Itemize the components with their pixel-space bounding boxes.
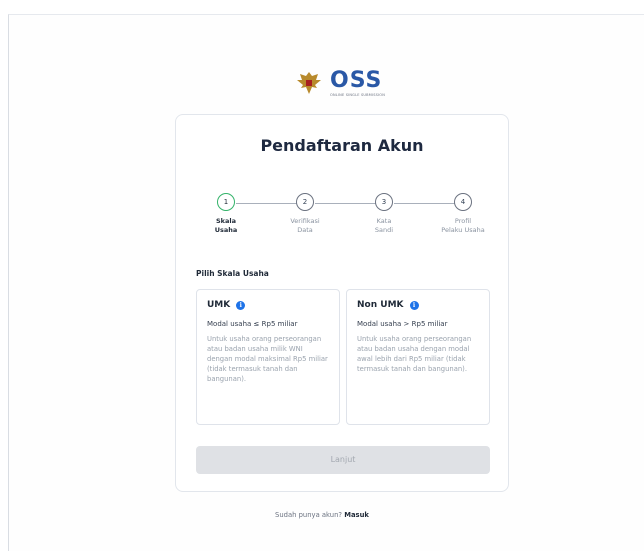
step-label: Kata Sandi	[374, 217, 394, 234]
masuk-link[interactable]: Masuk	[344, 511, 369, 519]
step-number: 4	[454, 193, 472, 211]
info-icon[interactable]: i	[236, 300, 246, 310]
step-profil-pelaku-usaha: 4 Profil Pelaku Usaha	[428, 193, 498, 234]
option-subtitle: Modal usaha > Rp5 miliar	[357, 320, 448, 328]
step-number: 1	[217, 193, 235, 211]
option-description: Untuk usaha orang perseorangan atau bada…	[207, 335, 328, 383]
login-prompt: Sudah punya akun? Masuk	[0, 511, 644, 519]
section-label: Pilih Skala Usaha	[196, 269, 269, 278]
info-icon[interactable]: i	[409, 300, 419, 310]
option-title-row: Non UMK i	[357, 300, 479, 310]
lanjut-button[interactable]: Lanjut	[196, 446, 490, 474]
option-title: Non UMK	[357, 300, 404, 310]
step-skala-usaha: 1 Skala Usaha	[191, 193, 261, 234]
step-label: Profil Pelaku Usaha	[441, 217, 485, 234]
oss-logo: OSS ONLINE SINGLE SUBMISSION	[294, 66, 385, 100]
step-kata-sandi: 3 Kata Sandi	[349, 193, 419, 234]
stepper: 1 Skala Usaha 2 Verifikasi Data 3 Kata S…	[176, 193, 508, 253]
oss-brand-text: OSS	[330, 67, 383, 93]
registration-card: Pendaftaran Akun 1 Skala Usaha 2 Verifik…	[175, 114, 509, 492]
step-label: Skala Usaha	[214, 217, 238, 234]
option-umk-card[interactable]: UMK i Modal usaha ≤ Rp5 miliar Untuk usa…	[196, 289, 340, 425]
option-title-row: UMK i	[207, 300, 329, 310]
page-title: Pendaftaran Akun	[260, 136, 424, 155]
garuda-emblem-icon	[297, 72, 321, 94]
step-number: 2	[296, 193, 314, 211]
option-subtitle: Modal usaha ≤ Rp5 miliar	[207, 320, 298, 328]
option-title: UMK	[207, 300, 231, 310]
option-non-umk-card[interactable]: Non UMK i Modal usaha > Rp5 miliar Untuk…	[346, 289, 490, 425]
step-number: 3	[375, 193, 393, 211]
step-verifikasi-data: 2 Verifikasi Data	[270, 193, 340, 234]
login-prompt-text: Sudah punya akun?	[275, 511, 343, 519]
step-label: Verifikasi Data	[290, 217, 320, 234]
oss-brand-subtitle: ONLINE SINGLE SUBMISSION	[330, 92, 386, 97]
option-description: Untuk usaha orang perseorangan atau bada…	[357, 335, 472, 373]
